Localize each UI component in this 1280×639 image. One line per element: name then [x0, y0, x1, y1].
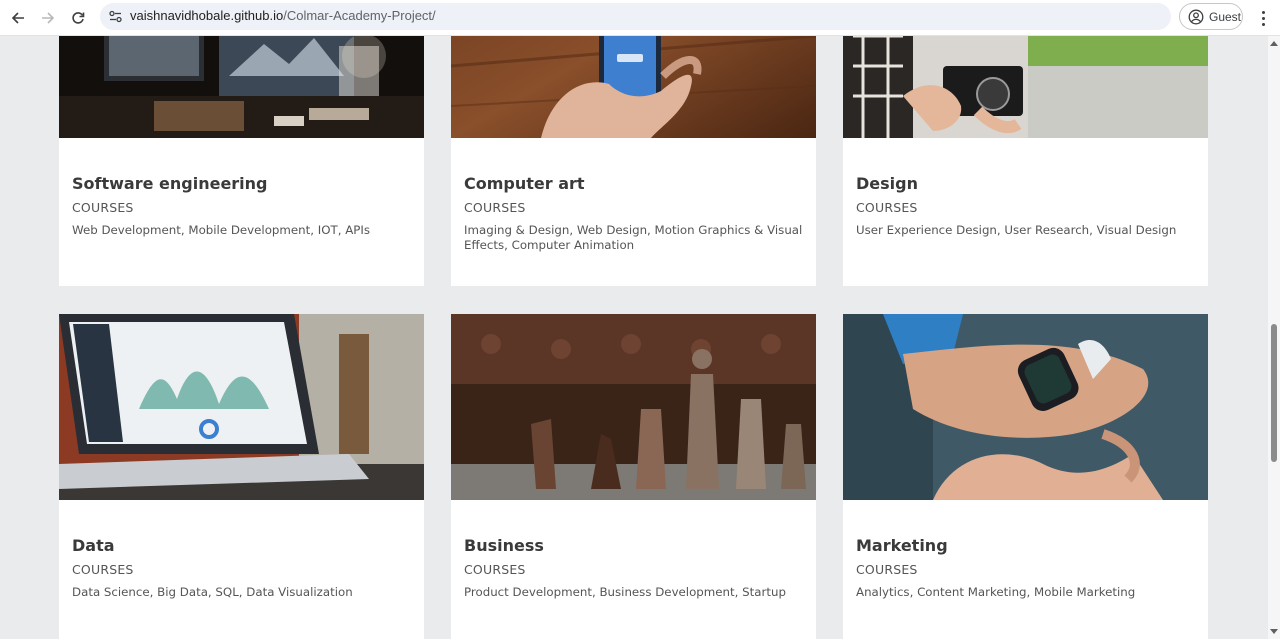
course-subtitle: COURSES — [72, 562, 134, 577]
course-title: Design — [856, 174, 918, 193]
course-card-body: Marketing COURSES Analytics, Content Mar… — [843, 500, 1208, 639]
course-image — [59, 314, 424, 500]
hand-holding-phone-photo — [451, 36, 816, 138]
course-image — [451, 314, 816, 500]
course-description: User Experience Design, User Research, V… — [856, 223, 1177, 237]
smartwatch-wrist-photo — [843, 314, 1208, 500]
site-info-icon[interactable] — [108, 9, 123, 24]
course-card-software-engineering[interactable]: Software engineering COURSES Web Develop… — [59, 36, 424, 286]
course-subtitle: COURSES — [856, 200, 918, 215]
back-button[interactable] — [5, 5, 31, 31]
course-title: Data — [72, 536, 115, 555]
course-title: Marketing — [856, 536, 948, 555]
profile-button[interactable]: Guest — [1179, 3, 1243, 30]
course-description: Imaging & Design, Web Design, Motion Gra… — [464, 223, 803, 252]
course-card-body: Design COURSES User Experience Design, U… — [843, 138, 1208, 286]
profile-label: Guest — [1209, 9, 1242, 24]
page-viewport: Software engineering COURSES Web Develop… — [0, 36, 1268, 639]
course-card-design[interactable]: Design COURSES User Experience Design, U… — [843, 36, 1208, 286]
course-card-body: Business COURSES Product Development, Bu… — [451, 500, 816, 639]
course-description: Data Science, Big Data, SQL, Data Visual… — [72, 585, 353, 599]
account-circle-icon — [1188, 9, 1204, 24]
course-card-data[interactable]: Data COURSES Data Science, Big Data, SQL… — [59, 314, 424, 639]
arrow-right-icon — [42, 12, 55, 24]
course-card-body: Computer art COURSES Imaging & Design, W… — [451, 138, 816, 286]
browser-menu-button[interactable] — [1254, 5, 1272, 31]
menu-dot — [1261, 22, 1265, 26]
laptop-dashboard-photo — [59, 314, 424, 500]
course-image — [59, 36, 424, 138]
course-card-marketing[interactable]: Marketing COURSES Analytics, Content Mar… — [843, 314, 1208, 639]
course-card-business[interactable]: Business COURSES Product Development, Bu… — [451, 314, 816, 639]
url-text: vaishnavidhobale.github.io/Colmar-Academ… — [130, 8, 436, 23]
course-subtitle: COURSES — [856, 562, 918, 577]
course-title: Software engineering — [72, 174, 268, 193]
forward-button[interactable] — [35, 5, 61, 31]
page-scrollbar[interactable] — [1268, 36, 1280, 639]
course-card-body: Data COURSES Data Science, Big Data, SQL… — [59, 500, 424, 639]
course-card-computer-art[interactable]: Computer art COURSES Imaging & Design, W… — [451, 36, 816, 286]
arrow-left-icon — [11, 12, 24, 24]
course-image — [843, 36, 1208, 138]
course-image — [843, 314, 1208, 500]
course-title: Business — [464, 536, 544, 555]
course-subtitle: COURSES — [464, 200, 526, 215]
desk-computer-monitors-photo — [59, 36, 424, 138]
url-host: vaishnavidhobale.github.io — [130, 8, 284, 23]
course-subtitle: COURSES — [464, 562, 526, 577]
menu-dot — [1261, 10, 1265, 14]
scroll-down-arrow-icon[interactable] — [1270, 629, 1278, 634]
reload-button[interactable] — [65, 5, 91, 31]
course-description: Web Development, Mobile Development, IOT… — [72, 223, 371, 237]
scrollbar-thumb[interactable] — [1271, 324, 1277, 462]
chess-pieces-photo — [451, 314, 816, 500]
course-subtitle: COURSES — [72, 200, 134, 215]
course-card-body: Software engineering COURSES Web Develop… — [59, 138, 424, 286]
course-image — [451, 36, 816, 138]
course-title: Computer art — [464, 174, 585, 193]
scroll-up-arrow-icon[interactable] — [1270, 41, 1278, 46]
url-path: /Colmar-Academy-Project/ — [283, 8, 436, 23]
person-holding-camera-photo — [843, 36, 1208, 138]
course-description: Product Development, Business Developmen… — [464, 585, 786, 599]
menu-dot — [1261, 16, 1265, 20]
reload-icon — [72, 12, 85, 24]
address-bar[interactable]: vaishnavidhobale.github.io/Colmar-Academ… — [100, 3, 1171, 30]
browser-toolbar: vaishnavidhobale.github.io/Colmar-Academ… — [0, 0, 1280, 36]
course-description: Analytics, Content Marketing, Mobile Mar… — [856, 585, 1136, 599]
